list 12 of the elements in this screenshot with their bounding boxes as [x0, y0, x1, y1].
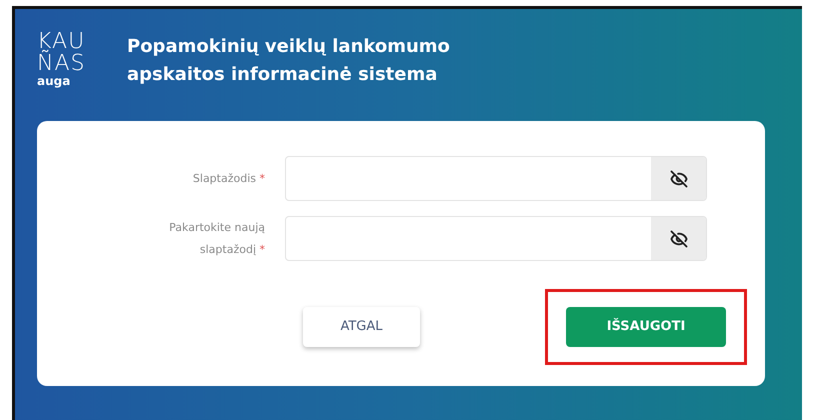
password-field[interactable] — [285, 156, 707, 201]
eye-slash-icon — [670, 170, 688, 188]
logo: KAU ÑAS auga — [37, 31, 86, 87]
app-title: Popamokinių veiklų lankomumo apskaitos informacinė sistema — [127, 35, 451, 87]
field-label: Pakartokite naują slaptažodį * — [168, 220, 265, 258]
show-password-button[interactable] — [651, 217, 706, 260]
eye-slash-icon — [670, 230, 688, 248]
back-button[interactable]: ATGAL — [303, 307, 420, 347]
save-button[interactable]: IŠSAUGOTI — [566, 307, 726, 347]
show-password-button[interactable] — [651, 157, 706, 200]
password-field[interactable] — [285, 216, 707, 261]
field-label: Slaptažodis * — [192, 170, 265, 186]
